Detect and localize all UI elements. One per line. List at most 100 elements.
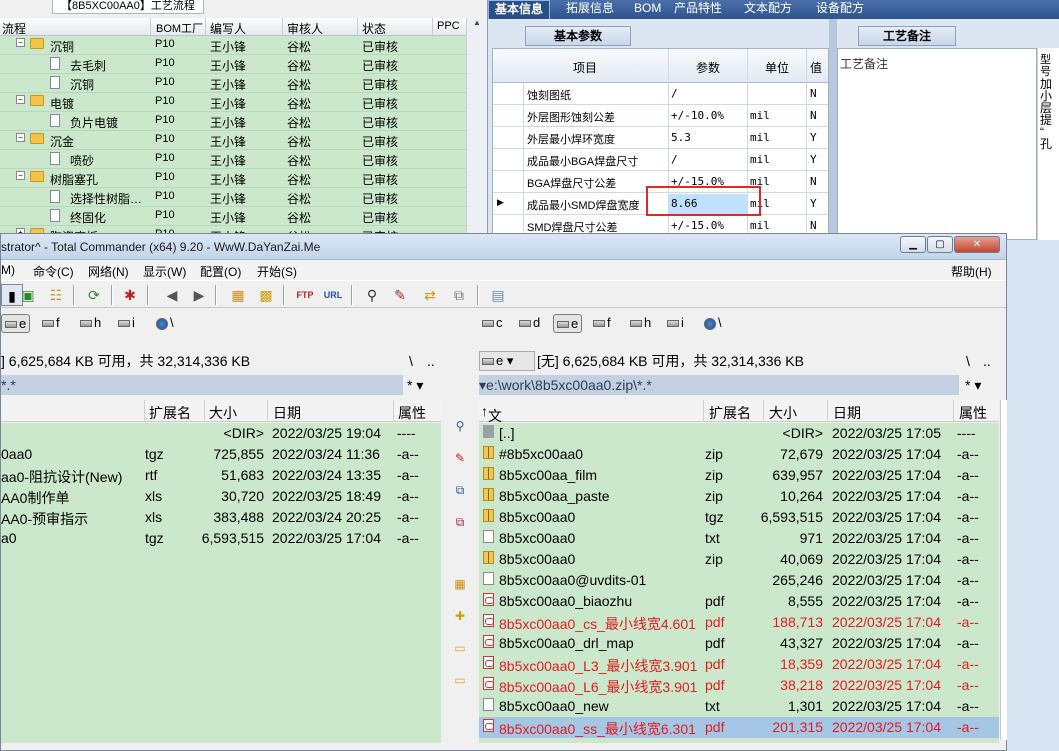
right-current-path[interactable]: ▾e:\work\8b5xc00aa0.zip\*.* (479, 375, 959, 395)
search-icon[interactable]: ⚲ (361, 284, 383, 306)
file-row[interactable]: 8b5xc00aa0_cs_最小线宽4.601 pdf 188,713 2022/03… (479, 612, 999, 633)
tree-row[interactable]: 终固化 P10 王小锋 谷松 已审核 (0, 207, 466, 226)
left-drive-i[interactable]: i (115, 314, 138, 333)
col-checker[interactable]: 审核人 (287, 20, 323, 37)
param-value-cell[interactable]: +/-15.0% (671, 219, 724, 232)
expand-toggle-icon[interactable]: − (16, 133, 25, 142)
right-up-button[interactable]: .. (983, 350, 991, 372)
col-param[interactable]: 参数 (696, 59, 720, 76)
file-row[interactable]: #8b5xc00aa0 zip 72,679 2022/03/25 17:04 -a-- (479, 444, 999, 465)
menu-show[interactable]: 显示(W) (143, 263, 186, 280)
left-root-button[interactable]: \ (409, 350, 413, 372)
tab-process-notes[interactable]: 工艺备注 (858, 26, 956, 46)
copy-names-icon[interactable]: ⧉ (448, 284, 470, 306)
file-row[interactable]: 8b5xc00aa0_L3_最小线宽3.901 pdf 18,359 2022/03/… (479, 654, 999, 675)
file-row[interactable]: 8b5xc00aa0 zip 40,069 2022/03/25 17:04 -a-- (479, 549, 999, 570)
tab-0[interactable]: 基本信息 (488, 0, 551, 19)
tree-row[interactable]: 喷砂 P10 王小锋 谷松 已审核 (0, 150, 466, 169)
file-row[interactable]: AA0制作单 xls 30,720 2022/03/25 18:49 -a-- (1, 486, 441, 507)
new-folder-icon[interactable]: ✚ (451, 607, 469, 625)
tree-scrollbar[interactable]: ▲ (466, 18, 487, 240)
tab-1[interactable]: 拓展信息 (560, 0, 620, 19)
splitter[interactable] (829, 19, 837, 240)
notepad-icon[interactable]: ▤ (487, 284, 509, 306)
tab-2[interactable]: BOM (628, 0, 667, 19)
file-row[interactable]: aa0-阻抗设计(New) rtf 51,683 2022/03/24 13:35 -a… (1, 465, 441, 486)
file-row[interactable]: 8b5xc00aa0_ss_最小线宽6.301 pdf 201,315 2022/03… (479, 717, 999, 738)
file-row[interactable]: 8b5xc00aa0 txt 971 2022/03/25 17:04 -a-- (479, 528, 999, 549)
param-row[interactable]: 成品最小BGA焊盘尺寸 / mil Y (493, 149, 828, 171)
right-drive-f[interactable]: f (590, 314, 614, 333)
right-drive-network[interactable]: \ (701, 314, 725, 333)
right-col-size[interactable]: 大小 (769, 403, 797, 423)
expand-toggle-icon[interactable]: − (16, 95, 25, 104)
left-up-button[interactable]: .. (427, 350, 435, 372)
right-col-date[interactable]: 日期 (833, 403, 861, 423)
menu-start[interactable]: 开始(S) (257, 263, 297, 280)
tree-row[interactable]: 去毛刺 P10 王小锋 谷松 已审核 (0, 55, 466, 74)
sync-dirs-icon[interactable]: ⇄ (419, 284, 441, 306)
file-row[interactable]: 8b5xc00aa0_new txt 1,301 2022/03/25 17:04 -a… (479, 696, 999, 717)
col-unit[interactable]: 单位 (765, 59, 789, 76)
left-drive-network[interactable]: \ (153, 314, 177, 333)
file-row[interactable]: 8b5xc00aa0@uvdits-01 265,246 2022/03/25 17… (479, 570, 999, 591)
thumbnail-view-icon[interactable]: ▣ (17, 284, 39, 306)
scroll-up-icon[interactable]: ▲ (467, 18, 487, 34)
unpack-icon[interactable]: ▩ (255, 284, 277, 306)
expand-toggle-icon[interactable]: − (16, 38, 25, 47)
right-root-button[interactable]: \ (966, 350, 970, 372)
left-drive-f[interactable]: f (39, 314, 63, 333)
pack-icon[interactable]: ▦ (227, 284, 249, 306)
left-col-size[interactable]: 大小 (209, 403, 237, 423)
url-icon[interactable]: URL (322, 284, 344, 306)
param-value-cell[interactable]: / (671, 87, 678, 100)
tab-basic-params[interactable]: 基本参数 (525, 26, 631, 46)
menu-help[interactable]: 帮助(H) (951, 263, 992, 280)
file-row[interactable]: 8b5xc00aa0 tgz 6,593,515 2022/03/25 17:04 -a… (479, 507, 999, 528)
left-col-ext[interactable]: 扩展名 (149, 403, 191, 423)
file-row[interactable]: 8b5xc00aa_paste zip 10,264 2022/03/25 17:04… (479, 486, 999, 507)
menu-commands[interactable]: 命令(C) (33, 263, 74, 280)
left-col-date[interactable]: 日期 (273, 403, 301, 423)
right-scrollbar[interactable] (1000, 400, 1007, 740)
tree-row[interactable]: 沉铜 P10 王小锋 谷松 已审核 (0, 74, 466, 93)
menu-network[interactable]: 网络(N) (88, 263, 129, 280)
left-current-path[interactable]: *.* (1, 375, 403, 395)
tree-view-icon[interactable]: ☷ (45, 284, 67, 306)
param-row[interactable]: 外层图形蚀刻公差 +/-10.0% mil N (493, 105, 828, 127)
right-drive-i[interactable]: i (664, 314, 687, 333)
left-filter-dropdown[interactable]: * ▾ (407, 374, 423, 396)
close-button[interactable]: ✕ (954, 236, 1000, 253)
file-row[interactable]: 8b5xc00aa0_biaozhu pdf 8,555 2022/03/25 17:… (479, 591, 999, 612)
right-col-attr[interactable]: 属性 (959, 403, 987, 423)
right-col-ext[interactable]: 扩展名 (709, 403, 751, 423)
file-row[interactable]: 8b5xc00aa0_L6_最小线宽3.901 pdf 38,218 2022/03/… (479, 675, 999, 696)
right-drive-e[interactable]: e (553, 314, 583, 333)
file-row[interactable]: <DIR> 2022/03/25 19:04 ---- (1, 423, 441, 444)
file-row[interactable]: 0aa0 tgz 725,855 2022/03/24 11:36 -a-- (1, 444, 441, 465)
pack-files-icon[interactable]: ▦ (451, 575, 469, 593)
file-row[interactable]: a0 tgz 6,593,515 2022/03/25 17:04 -a-- (1, 528, 441, 549)
folder-icon[interactable]: ▭ (451, 639, 469, 657)
file-row[interactable]: 8b5xc00aa_film zip 639,957 2022/03/25 17:04… (479, 465, 999, 486)
tree-row[interactable]: − 树脂塞孔 P10 王小锋 谷松 已审核 (0, 169, 466, 188)
right-drive-d[interactable]: d (516, 314, 543, 333)
tab-5[interactable]: 设备配方 (810, 0, 870, 19)
col-flow[interactable]: 流程 (2, 20, 26, 37)
left-col-attr[interactable]: 属性 (398, 403, 426, 423)
col-bom-factory[interactable]: BOM工厂 (156, 20, 203, 36)
col-status[interactable]: 状态 (362, 20, 386, 37)
right-drive-c[interactable]: c (479, 314, 506, 333)
left-drive-h[interactable]: h (77, 314, 104, 333)
tree-row[interactable]: − 电镀 P10 王小锋 谷松 已审核 (0, 93, 466, 112)
param-value-cell[interactable]: 5.3 (671, 131, 691, 144)
right-col-name[interactable]: ↑文件名 (481, 403, 502, 464)
tree-row[interactable]: − 沉铜 P10 王小锋 谷松 已审核 (0, 36, 466, 55)
forward-icon[interactable]: ▶ (188, 284, 210, 306)
maximize-button[interactable]: ▢ (927, 236, 953, 253)
refresh-icon[interactable]: ⟳ (83, 284, 105, 306)
minimize-button[interactable]: ▁ (900, 236, 926, 253)
invert-selection-icon[interactable]: ✱ (119, 284, 141, 306)
ftp-icon[interactable]: FTP (294, 284, 316, 306)
menu-mark[interactable]: M) (1, 263, 15, 277)
